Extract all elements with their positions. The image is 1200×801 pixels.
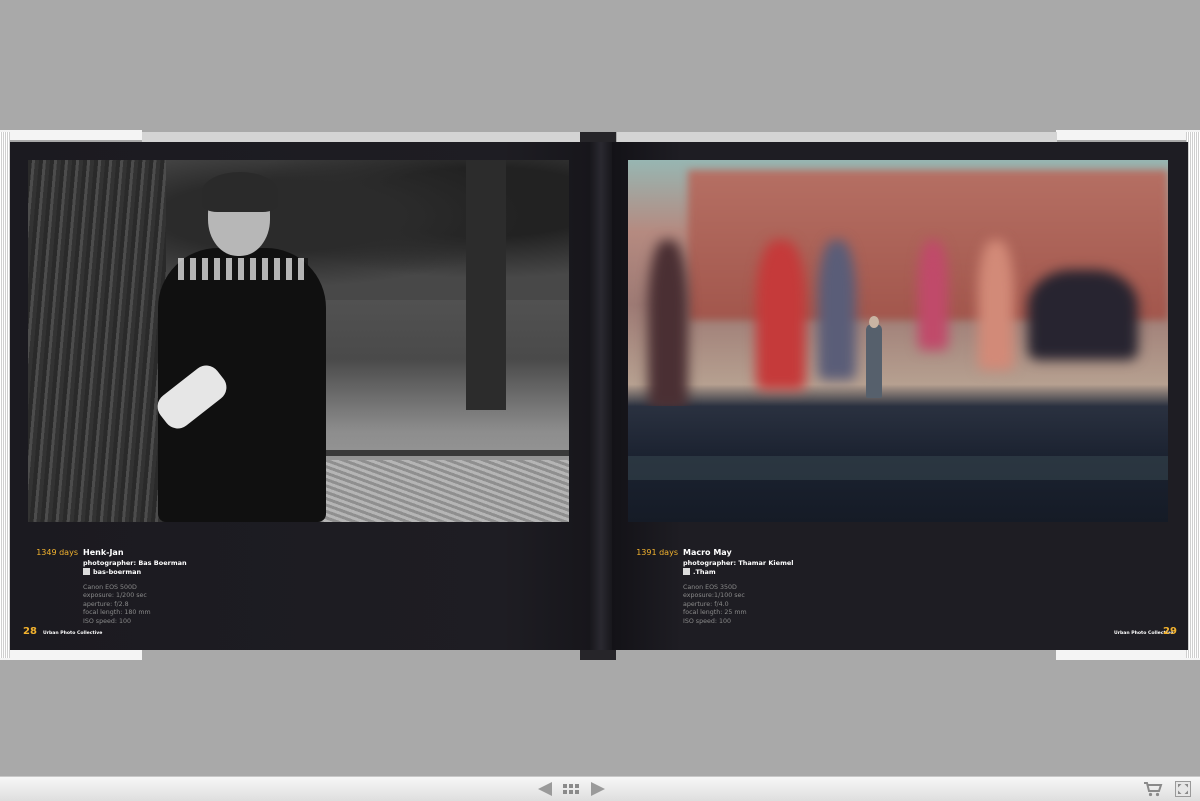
spec-line: Canon EOS 350D [683, 584, 737, 591]
photo-title: Macro May [683, 548, 732, 557]
miniature-figure [866, 324, 882, 398]
days-label: 1391 days [636, 548, 678, 557]
right-page[interactable]: 1391 days Macro May photographer: Thamar… [612, 142, 1188, 650]
page-edge [1056, 650, 1200, 660]
photo-henk-jan [28, 160, 569, 522]
blurred-person [648, 240, 688, 410]
page-top-edge [142, 132, 580, 142]
cart-icon[interactable] [1143, 781, 1163, 797]
photographer-handle: bas-boerman [83, 568, 141, 576]
page-number: 29 [1163, 626, 1177, 637]
spec-line: aperture: f/4.0 [683, 600, 729, 608]
grid-icon[interactable] [562, 781, 580, 797]
page-stack-left[interactable] [0, 132, 10, 658]
ledge-edge [628, 456, 1168, 480]
spec-line: exposure:1/100 sec [683, 592, 745, 600]
camera-specs: Canon EOS 350D exposure:1/100 sec apertu… [683, 584, 747, 626]
spec-line: exposure: 1/200 sec [83, 592, 147, 600]
page-number: 28 [23, 626, 37, 637]
flickr-icon [83, 568, 90, 575]
spec-line: ISO speed: 100 [683, 617, 731, 625]
handle-text: .Tham [693, 568, 716, 576]
jacket-pattern [178, 258, 308, 280]
viewer-toolbar [0, 776, 1200, 801]
book-spread: 1349 days Henk-Jan photographer: Bas Boe… [0, 130, 1200, 662]
fullscreen-icon[interactable] [1175, 781, 1191, 797]
tree-trunk [28, 160, 166, 522]
page-edge [0, 650, 142, 660]
spine-gutter [590, 142, 612, 650]
photo-title: Henk-Jan [83, 548, 124, 557]
arrow-right-icon[interactable] [590, 781, 605, 797]
blurred-person [818, 240, 856, 380]
days-label: 1349 days [36, 548, 78, 557]
left-page[interactable]: 1349 days Henk-Jan photographer: Bas Boe… [10, 142, 590, 650]
handle-text: bas-boerman [93, 568, 142, 576]
spec-line: aperture: f/2.8 [83, 600, 129, 608]
spec-line: Canon EOS 500D [83, 584, 137, 591]
blurred-person [978, 240, 1014, 370]
page-stack-right[interactable] [1186, 132, 1200, 658]
photographer-handle: .Tham [683, 568, 716, 576]
blurred-person [756, 240, 806, 390]
railing [298, 450, 569, 456]
flickr-icon [683, 568, 690, 575]
arrow-left-icon[interactable] [538, 781, 553, 797]
page-edge [0, 130, 142, 140]
miniature-head [869, 316, 879, 328]
page-edge [1056, 130, 1200, 140]
tree-trunk [466, 160, 506, 410]
spec-line: focal length: 25 mm [683, 609, 747, 617]
camera-specs: Canon EOS 500D exposure: 1/200 sec apert… [83, 584, 151, 626]
person-hair [202, 172, 278, 212]
page-top-edge [617, 132, 1057, 142]
spec-line: focal length: 180 mm [83, 609, 151, 617]
spec-line: ISO speed: 100 [83, 617, 131, 625]
blurred-person [918, 240, 948, 350]
photographer-label: photographer: Bas Boerman [83, 559, 187, 567]
photographer-label: photographer: Thamar Kiemel [683, 559, 794, 567]
photo-macro-may [628, 160, 1168, 522]
footer-label: Urban Photo Collective [43, 631, 103, 636]
blurred-group [1028, 270, 1138, 360]
